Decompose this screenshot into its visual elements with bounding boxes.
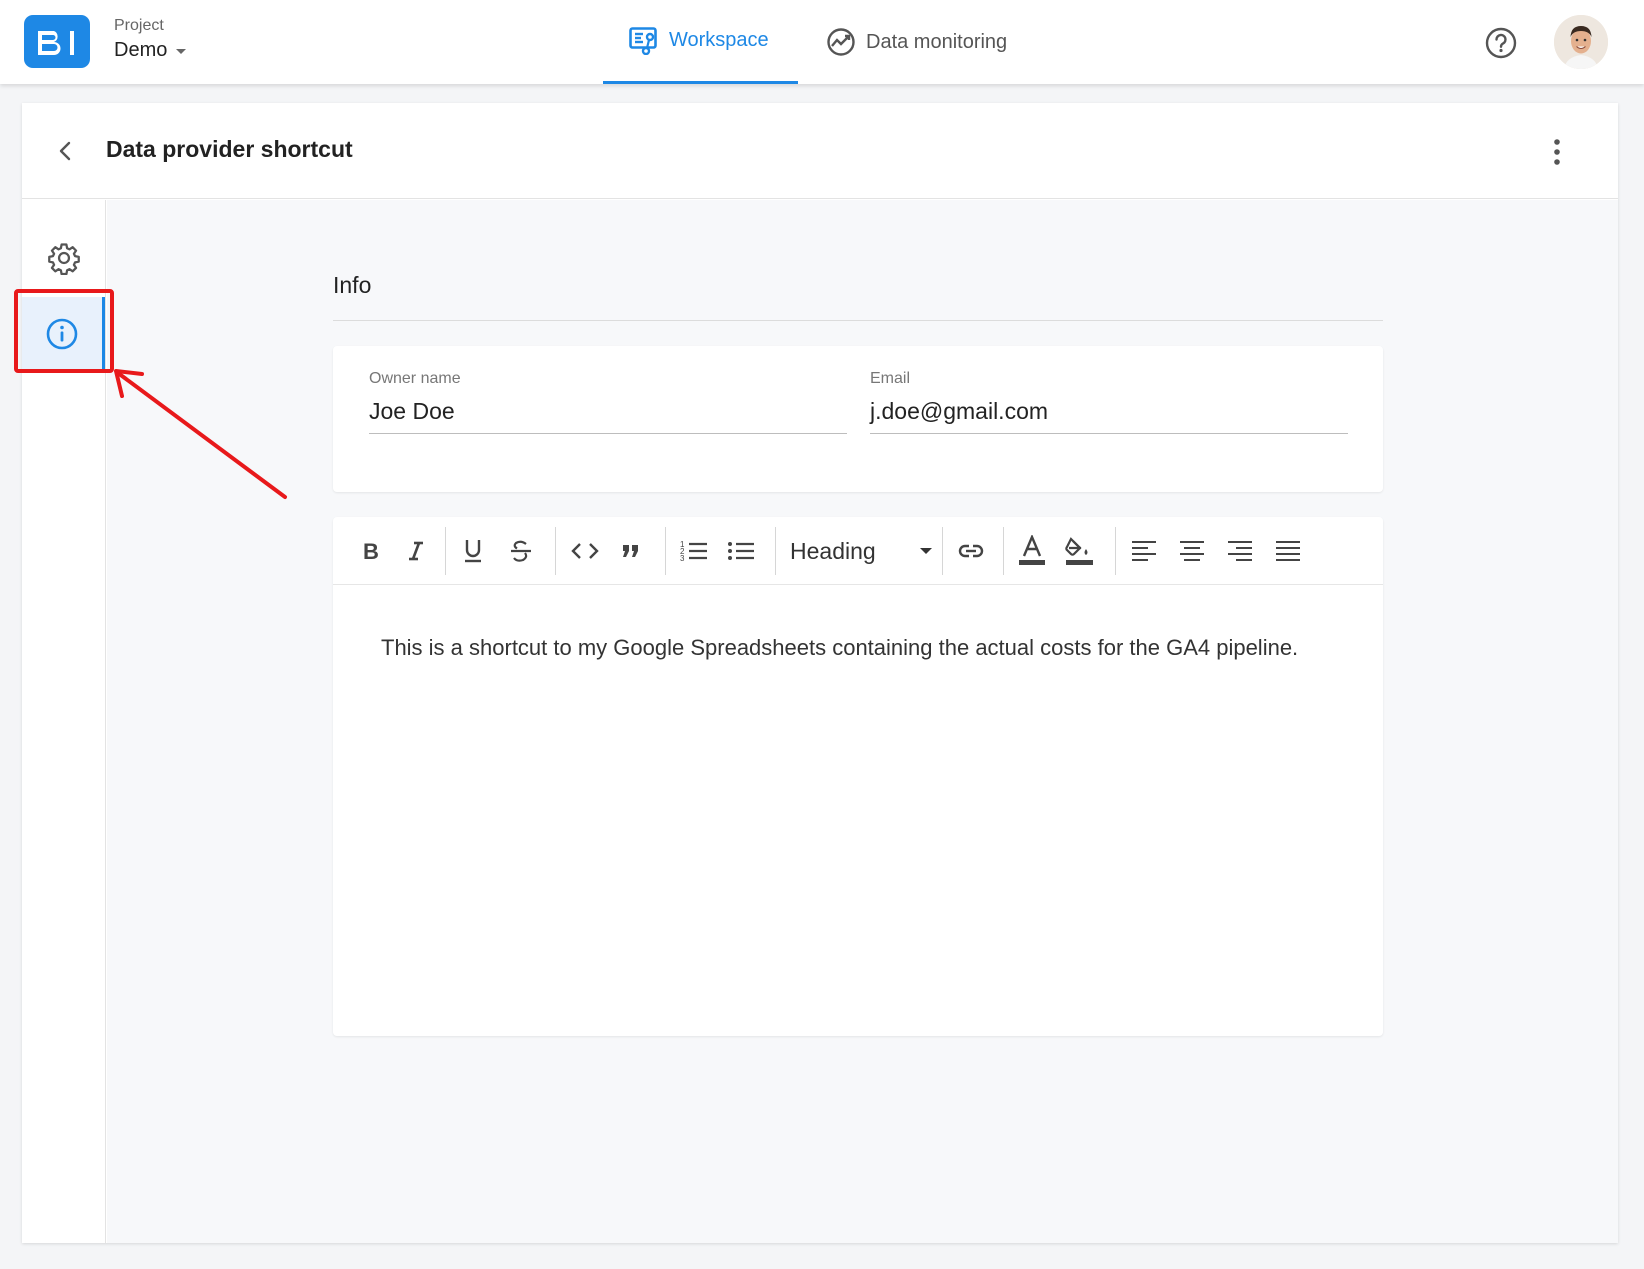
page-title: Data provider shortcut: [106, 136, 353, 162]
back-arrow-icon[interactable]: [52, 138, 78, 164]
tab-workspace[interactable]: Workspace: [603, 0, 798, 84]
svg-text:B: B: [363, 540, 379, 562]
underline-icon: [465, 540, 481, 563]
align-justify-icon: [1276, 541, 1300, 561]
annotation-highlight-box: [14, 289, 114, 373]
tab-workspace-label: Workspace: [669, 29, 769, 51]
align-center-icon: [1180, 541, 1204, 561]
link-icon: [958, 544, 984, 558]
owner-name-label: Owner name: [369, 370, 461, 387]
chevron-down-icon: [176, 49, 187, 54]
bold-button[interactable]: B: [353, 534, 387, 568]
project-name: Demo: [114, 39, 168, 61]
rich-text-editor: B 1 2 3 Heading This is a shortcut to my…: [333, 517, 1383, 1036]
align-left-icon: [1132, 541, 1156, 561]
email-input[interactable]: j.doe@gmail.com: [870, 398, 1348, 434]
heading-select-label: Heading: [790, 537, 876, 564]
italic-button[interactable]: [399, 534, 433, 568]
svg-text:3: 3: [680, 554, 685, 563]
project-dropdown[interactable]: Demo: [114, 39, 187, 62]
bulleted-list-icon: [728, 542, 754, 560]
paint-bucket-icon: [1065, 537, 1093, 565]
quote-icon: [623, 545, 638, 557]
toolbar-divider: [555, 527, 556, 575]
fill-color-button[interactable]: [1063, 534, 1097, 568]
avatar[interactable]: [1554, 15, 1608, 69]
tab-data-monitoring[interactable]: Data monitoring: [826, 0, 1007, 84]
help-circle-icon[interactable]: [1485, 27, 1517, 59]
editor-body[interactable]: This is a shortcut to my Google Spreadsh…: [381, 632, 1311, 664]
tab-data-monitoring-label: Data monitoring: [866, 30, 1008, 53]
link-button[interactable]: [954, 534, 988, 568]
underline-button[interactable]: [456, 534, 490, 568]
code-icon: [571, 543, 599, 559]
main-card: Data provider shortcut Info Owner name J…: [22, 103, 1618, 1243]
ordered-list-button[interactable]: 1 2 3: [677, 534, 711, 568]
heading-select[interactable]: Heading: [790, 531, 940, 571]
gear-icon: [48, 243, 80, 275]
align-left-button[interactable]: [1127, 534, 1161, 568]
toolbar-divider: [775, 527, 776, 575]
project-selector[interactable]: Project Demo: [114, 17, 187, 62]
bold-icon: B: [363, 540, 379, 562]
editor-toolbar: B 1 2 3 Heading: [333, 517, 1383, 585]
bi-logo-icon: [38, 30, 74, 55]
toolbar-divider: [942, 527, 943, 575]
email-label: Email: [870, 370, 911, 387]
section-divider: [333, 320, 1383, 321]
toolbar-divider: [665, 527, 666, 575]
toolbar-divider: [1003, 527, 1004, 575]
strikethrough-icon: [511, 540, 531, 562]
section-title: Info: [333, 272, 372, 298]
annotation-arrow-icon: [114, 369, 287, 499]
ordered-list-icon: 1 2 3: [680, 540, 707, 563]
code-button[interactable]: [568, 534, 602, 568]
more-vertical-icon[interactable]: [1552, 138, 1562, 166]
italic-icon: [409, 541, 423, 561]
toolbar-divider: [445, 527, 446, 575]
workspace-icon: [629, 26, 657, 55]
page-header: Data provider shortcut: [22, 103, 1618, 199]
owner-name-input[interactable]: Joe Doe: [369, 398, 847, 434]
owner-name-field[interactable]: Owner name Joe Doe: [369, 370, 847, 434]
align-center-button[interactable]: [1175, 534, 1209, 568]
align-justify-button[interactable]: [1271, 534, 1305, 568]
bulleted-list-button[interactable]: [724, 534, 758, 568]
text-color-icon: [1019, 535, 1045, 565]
text-color-button[interactable]: [1015, 534, 1049, 568]
project-label: Project: [114, 17, 164, 34]
content-area: Info Owner name Joe Doe Email j.doe@gmai…: [107, 200, 1618, 1243]
align-right-icon: [1228, 541, 1252, 561]
rail-settings-button[interactable]: [46, 240, 82, 276]
strikethrough-button[interactable]: [504, 534, 538, 568]
app-logo[interactable]: [24, 15, 90, 68]
top-bar: Project Demo Workspace Data monitoring: [0, 0, 1644, 84]
caret-down-icon: [920, 548, 932, 554]
user-avatar-icon: [1554, 15, 1608, 69]
email-field[interactable]: Email j.doe@gmail.com: [870, 370, 1348, 434]
align-right-button[interactable]: [1223, 534, 1257, 568]
toolbar-divider: [1115, 527, 1116, 575]
monitoring-icon: [827, 28, 855, 56]
owner-card: Owner name Joe Doe Email j.doe@gmail.com: [333, 346, 1383, 492]
quote-button[interactable]: [614, 534, 648, 568]
